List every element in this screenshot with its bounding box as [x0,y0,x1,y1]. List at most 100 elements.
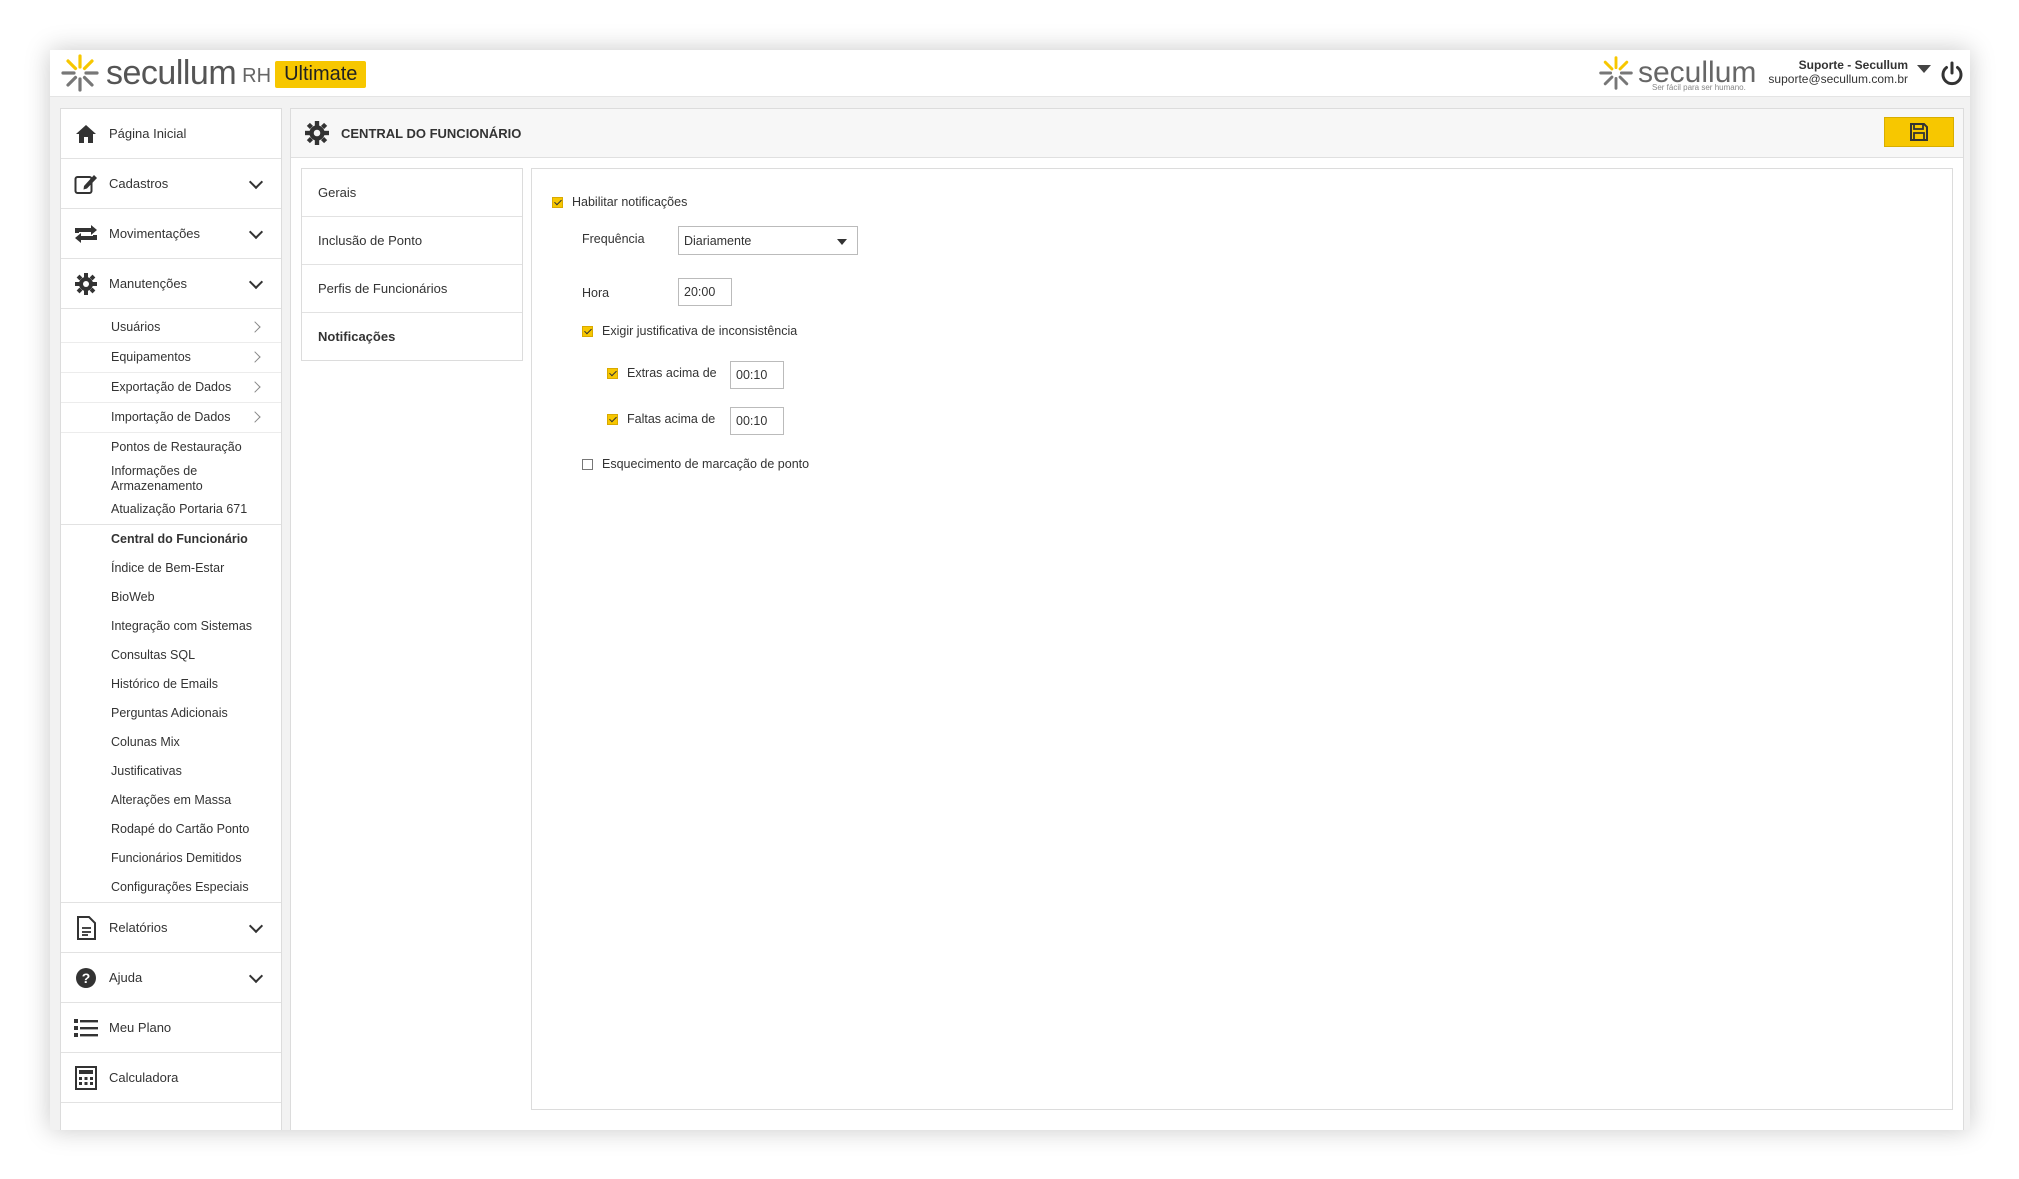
save-button[interactable] [1884,117,1954,147]
submenu-item-label: Funcionários Demitidos [111,851,242,865]
gear-icon [305,121,329,145]
frequency-select[interactable]: Diariamente [678,226,858,255]
submenu-item-label: Alterações em Massa [111,793,232,807]
chevron-right-icon [249,410,261,423]
secullum-sun-logo-icon [61,54,99,92]
submenu-item-exportacao[interactable]: Exportação de Dados [61,373,281,403]
sidebar-item-label: Ajuda [109,970,143,985]
edition-badge: Ultimate [275,60,367,88]
list-icon [73,1015,99,1041]
submenu-item-consultas-sql[interactable]: Consultas SQL [61,641,281,670]
edit-icon [73,171,99,197]
submenu-item-justificativas[interactable]: Justificativas [61,757,281,786]
submenu-item-colunas-mix[interactable]: Colunas Mix [61,728,281,757]
brand-logo[interactable]: secullum RH Ultimate [60,50,367,96]
submenu-item-configuracoes-especiais[interactable]: Configurações Especiais [61,873,281,903]
submenu-item-bioweb[interactable]: BioWeb [61,583,281,612]
floppy-disk-icon [1910,123,1928,141]
extras-label: Extras acima de [627,366,717,380]
page-title: CENTRAL DO FUNCIONÁRIO [341,126,522,141]
enable-notifications-checkbox[interactable] [552,197,563,208]
gear-icon [73,271,99,297]
sidebar-item-cadastros[interactable]: Cadastros [61,159,281,209]
submenu-item-label: Pontos de Restauração [111,440,242,454]
calculator-icon [73,1065,99,1091]
forgot-punch-checkbox[interactable] [582,459,593,470]
sidebar-item-meu-plano[interactable]: Meu Plano [61,1003,281,1053]
chevron-down-icon [248,918,264,934]
submenu-item-central-funcionario[interactable]: Central do Funcionário [61,525,281,554]
time-value: 20:00 [684,285,716,299]
submenu-item-label: Exportação de Dados [111,380,232,394]
sidebar-item-ajuda[interactable]: ? Ajuda [61,953,281,1003]
submenu-item-label: Equipamentos [111,350,191,364]
user-info[interactable]: Suporte - Secullum suporte@secullum.com.… [1768,58,1908,86]
tab-perfis-funcionarios[interactable]: Perfis de Funcionários [302,265,522,313]
tab-gerais[interactable]: Gerais [302,169,522,217]
submenu-item-historico-emails[interactable]: Histórico de Emails [61,670,281,699]
submenu-item-pontos-restauracao[interactable]: Pontos de Restauração [61,433,281,462]
frequency-value: Diariamente [684,233,752,248]
home-icon [73,121,99,147]
sidebar-item-label: Meu Plano [109,1020,172,1035]
submenu-item-equipamentos[interactable]: Equipamentos [61,343,281,373]
faltas-value: 00:10 [736,414,768,428]
sidebar-item-relatorios[interactable]: Relatórios [61,903,281,953]
extras-checkbox[interactable] [607,368,618,379]
chevron-right-icon [249,380,261,393]
submenu-item-funcionarios-demitidos[interactable]: Funcionários Demitidos [61,844,281,873]
extras-value: 00:10 [736,368,768,382]
notifications-form: Habilitar notificações Frequência Diaria… [531,168,1953,1110]
sidebar-item-movimentacoes[interactable]: Movimentações [61,209,281,259]
sidebar-item-label: Manutenções [109,276,188,291]
forgot-punch-label: Esquecimento de marcação de ponto [602,457,810,471]
submenu-item-indice-bem-estar[interactable]: Índice de Bem-Estar [61,554,281,583]
time-label: Hora [582,286,610,300]
require-justification-checkbox[interactable] [582,326,593,337]
submenu-item-alteracoes-massa[interactable]: Alterações em Massa [61,786,281,815]
sidebar-item-pagina-inicial[interactable]: Página Inicial [61,109,281,159]
submenu-item-atualizacao-portaria[interactable]: Atualização Portaria 671 [61,495,281,525]
help-icon: ? [73,965,99,991]
sidebar-item-label: Cadastros [109,176,169,191]
sidebar: Página Inicial Cadastros Movimentações M… [60,108,282,1130]
submenu-item-label: Configurações Especiais [111,880,249,894]
extras-input[interactable]: 00:10 [730,361,784,389]
submenu-item-label: Informações de Armazenamento [111,464,203,493]
require-justification-label: Exigir justificativa de inconsistência [602,324,798,338]
user-name: Suporte - Secullum [1798,58,1908,72]
chevron-down-icon [248,174,264,190]
chevron-down-icon [248,968,264,984]
tab-notificacoes[interactable]: Notificações [302,313,522,360]
submenu-manutencoes: Usuários Equipamentos Exportação de Dado… [61,309,281,903]
sidebar-item-manutencoes[interactable]: Manutenções [61,259,281,309]
submenu-item-label: Central do Funcionário [111,532,248,546]
sidebar-item-calculadora[interactable]: Calculadora [61,1053,281,1103]
submenu-item-usuarios[interactable]: Usuários [61,313,281,343]
submenu-item-integracao-sistemas[interactable]: Integração com Sistemas [61,612,281,641]
submenu-item-label: Histórico de Emails [111,677,218,691]
submenu-item-importacao[interactable]: Importação de Dados [61,403,281,433]
top-header: secullum RH Ultimate secullum Ser fácil … [50,50,1970,97]
secullum-sun-logo-icon [1599,56,1633,90]
partner-logo: secullum Ser fácil para ser humano. [1598,50,1756,96]
main-header: CENTRAL DO FUNCIONÁRIO [291,109,1963,158]
submenu-item-perguntas-adicionais[interactable]: Perguntas Adicionais [61,699,281,728]
enable-notifications-label: Habilitar notificações [572,195,688,209]
submenu-item-informacoes-armazenamento[interactable]: Informações de Armazenamento [61,462,281,495]
document-icon [73,915,99,941]
submenu-item-rodape-cartao[interactable]: Rodapé do Cartão Ponto [61,815,281,844]
submenu-item-label: Integração com Sistemas [111,619,253,633]
faltas-checkbox[interactable] [607,414,618,425]
app-window: secullum RH Ultimate secullum Ser fácil … [50,50,1970,1130]
faltas-input[interactable]: 00:10 [730,407,784,435]
tab-inclusao-ponto[interactable]: Inclusão de Ponto [302,217,522,265]
sidebar-item-label: Relatórios [109,920,168,935]
power-icon[interactable] [1938,60,1966,88]
submenu-item-label: Perguntas Adicionais [111,706,228,720]
sidebar-item-label: Calculadora [109,1070,179,1085]
sidebar-item-label: Movimentações [109,226,201,241]
user-menu-caret-icon[interactable] [1917,65,1931,73]
time-input[interactable]: 20:00 [678,278,732,306]
submenu-item-label: Índice de Bem-Estar [111,561,225,575]
